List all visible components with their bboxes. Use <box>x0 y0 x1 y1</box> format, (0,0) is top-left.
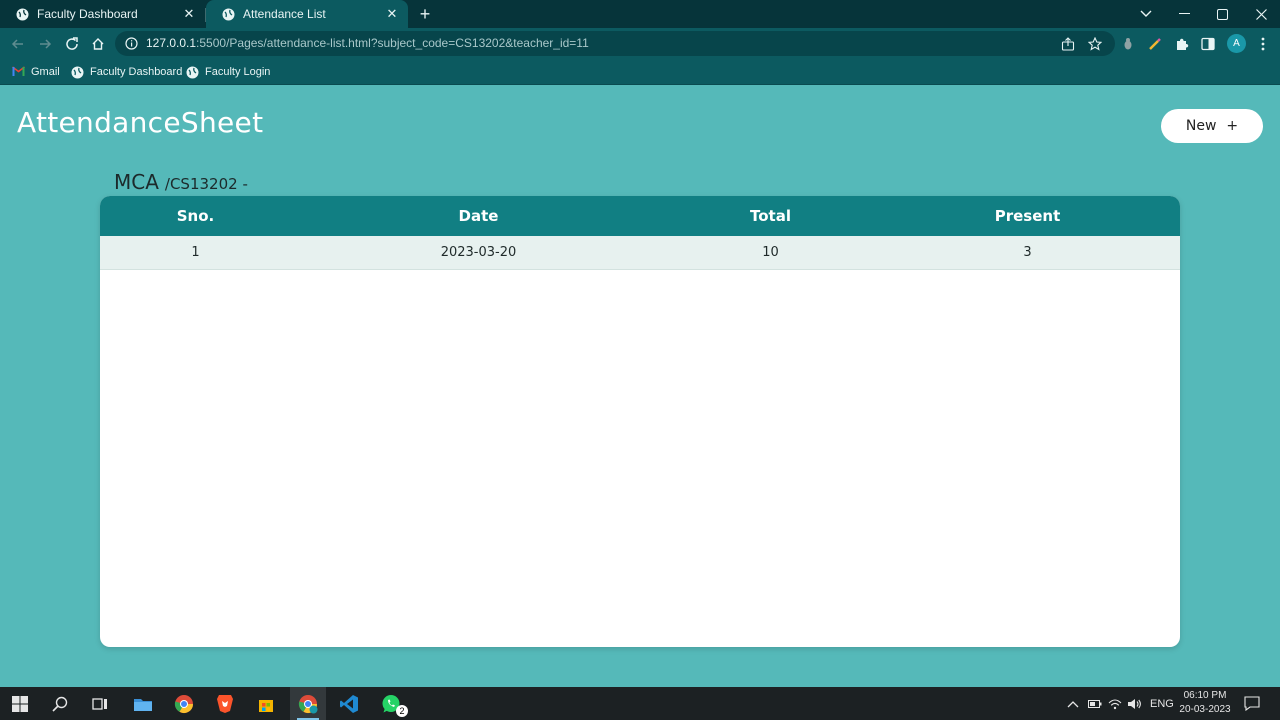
search-icon[interactable] <box>48 692 72 716</box>
bookmark-label: Faculty Dashboard <box>90 66 183 78</box>
bookmarks-bar: Gmail Faculty Dashboard Faculty Login <box>0 59 1280 85</box>
bookmark-gmail[interactable]: Gmail <box>12 64 60 80</box>
column-header-present: Present <box>994 207 1061 225</box>
home-icon[interactable] <box>87 33 109 55</box>
gmail-icon <box>12 65 25 79</box>
column-header-sno: Sno. <box>176 207 215 225</box>
globe-icon <box>222 8 235 21</box>
url-host: 127.0.0.1 <box>146 36 197 50</box>
more-menu-icon[interactable] <box>1255 36 1271 52</box>
column-header-total: Total <box>750 207 791 225</box>
color-picker-extension-icon[interactable] <box>1147 36 1163 52</box>
extension-icon[interactable] <box>1120 36 1136 52</box>
minimize-button[interactable] <box>1165 0 1203 28</box>
browser-toolbar: 127.0.0.1:5500/Pages/attendance-list.htm… <box>0 28 1280 59</box>
bookmark-faculty-dashboard[interactable]: Faculty Dashboard <box>71 64 182 80</box>
globe-icon <box>186 66 199 79</box>
table-header-row: Sno. Date Total Present <box>100 196 1180 236</box>
globe-icon <box>16 8 29 21</box>
notification-badge: 2 <box>396 705 408 717</box>
tab-title: Attendance List <box>243 7 326 21</box>
page-title: AttendanceSheet <box>17 106 264 139</box>
globe-icon <box>71 66 84 79</box>
new-attendance-button[interactable]: New + <box>1161 109 1263 143</box>
battery-icon[interactable] <box>1088 687 1102 720</box>
cell-sno: 1 <box>191 245 200 260</box>
plus-icon: + <box>1226 118 1239 134</box>
side-panel-icon[interactable] <box>1200 36 1216 52</box>
volume-icon[interactable] <box>1127 687 1142 720</box>
url-text: 127.0.0.1:5500/Pages/attendance-list.htm… <box>146 31 589 56</box>
attendance-table: Sno. Date Total Present 1 2023-03-20 10 … <box>100 196 1180 647</box>
language-indicator[interactable]: ENG <box>1150 687 1174 720</box>
bookmark-star-icon[interactable] <box>1087 36 1103 51</box>
bookmark-label: Gmail <box>31 66 60 78</box>
new-tab-button[interactable]: + <box>415 4 435 24</box>
notification-center-icon[interactable] <box>1244 687 1260 720</box>
tab-search-chevron-icon[interactable] <box>1127 0 1165 28</box>
chrome-icon[interactable] <box>172 692 196 716</box>
browser-tab-strip: Faculty Dashboard ✕ Attendance List ✕ + <box>0 0 1280 28</box>
file-explorer-icon[interactable] <box>131 692 155 716</box>
share-icon[interactable] <box>1061 37 1075 51</box>
chrome-profile-icon[interactable] <box>296 692 320 716</box>
show-hidden-icons-chevron-icon[interactable] <box>1067 687 1079 720</box>
subject-heading: MCA /CS13202 - <box>114 170 248 194</box>
wifi-icon[interactable] <box>1108 687 1122 720</box>
close-icon[interactable]: ✕ <box>384 6 400 22</box>
course-name: MCA <box>114 170 159 194</box>
cell-present: 3 <box>1023 245 1032 260</box>
forward-arrow-icon[interactable] <box>34 33 56 55</box>
microsoft-store-icon[interactable] <box>254 692 278 716</box>
table-row[interactable]: 1 2023-03-20 10 3 <box>100 236 1180 270</box>
system-clock[interactable]: 06:10 PM 20-03-2023 <box>1176 689 1234 717</box>
close-window-button[interactable] <box>1242 0 1280 28</box>
tab-title: Faculty Dashboard <box>37 7 138 21</box>
clock-date: 20-03-2023 <box>1179 704 1231 715</box>
bookmark-label: Faculty Login <box>205 66 271 78</box>
brave-icon[interactable] <box>213 692 237 716</box>
cell-date: 2023-03-20 <box>440 245 517 260</box>
tab-faculty-dashboard[interactable]: Faculty Dashboard ✕ <box>0 0 205 28</box>
subject-code: /CS13202 - <box>164 175 248 193</box>
close-icon[interactable]: ✕ <box>181 6 197 22</box>
bookmark-faculty-login[interactable]: Faculty Login <box>186 64 270 80</box>
vscode-icon[interactable] <box>337 692 361 716</box>
clock-time: 06:10 PM <box>1183 690 1227 701</box>
profile-avatar[interactable]: A <box>1227 34 1246 53</box>
cell-total: 10 <box>762 245 779 260</box>
page-content: AttendanceSheet New + MCA /CS13202 - Sno… <box>0 86 1280 687</box>
back-arrow-icon[interactable] <box>7 33 29 55</box>
maximize-button[interactable] <box>1203 0 1241 28</box>
reload-icon[interactable] <box>61 33 83 55</box>
task-view-icon[interactable] <box>88 692 112 716</box>
column-header-date: Date <box>458 207 499 225</box>
tab-attendance-list[interactable]: Attendance List ✕ <box>206 0 408 28</box>
puzzle-icon[interactable] <box>1174 36 1190 52</box>
new-button-label: New <box>1185 118 1217 134</box>
url-path: :5500/Pages/attendance-list.html?subject… <box>196 36 589 50</box>
address-bar[interactable]: 127.0.0.1:5500/Pages/attendance-list.htm… <box>115 31 1115 56</box>
site-info-icon[interactable] <box>125 37 138 50</box>
windows-start-icon[interactable] <box>8 692 32 716</box>
